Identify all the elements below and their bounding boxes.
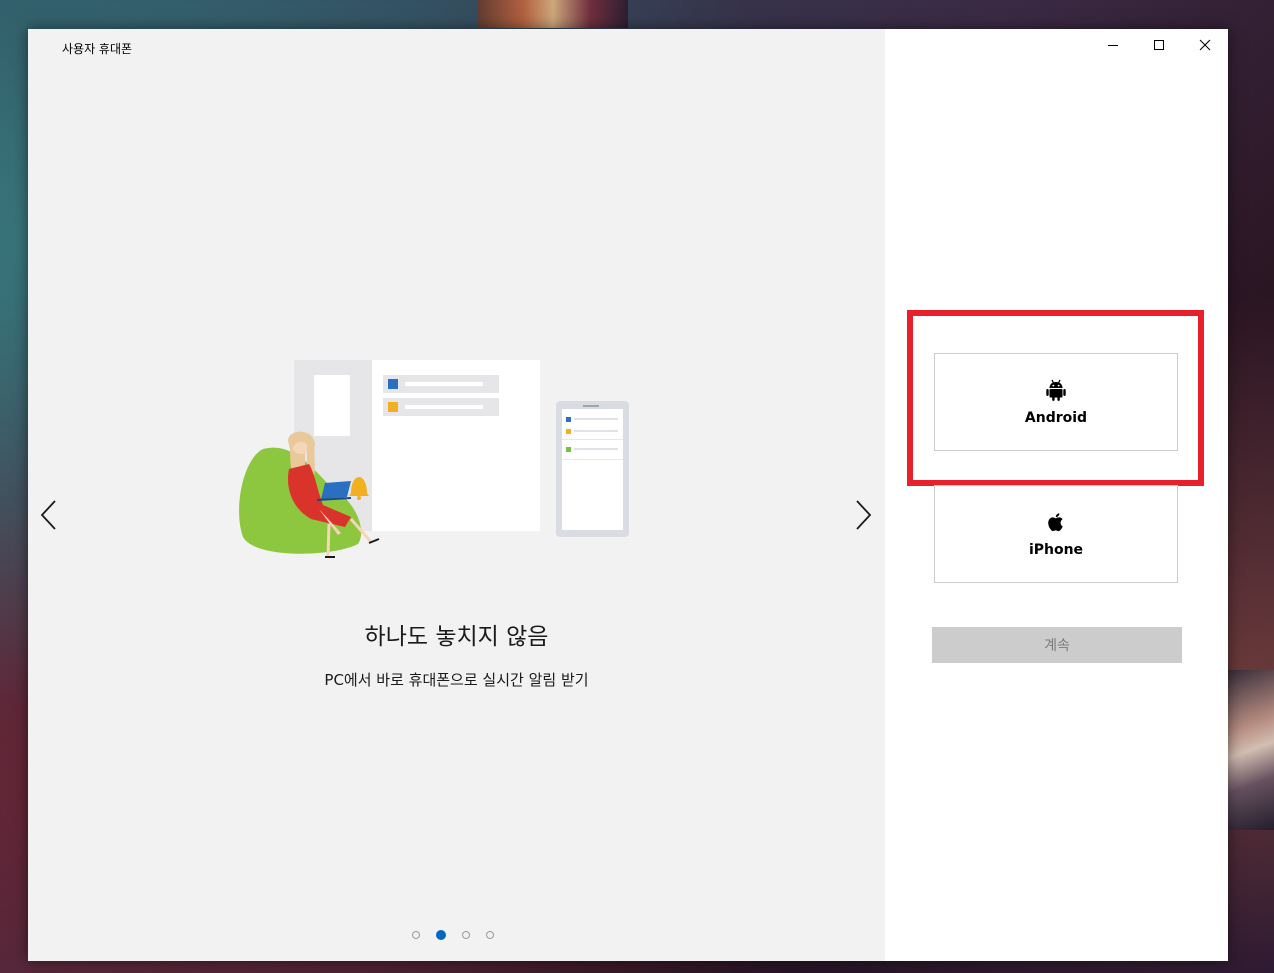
android-option-label: Android (1024, 410, 1088, 426)
slide-heading: 하나도 놓치지 않음 (364, 624, 549, 650)
apple-icon (1048, 513, 1063, 532)
maximize-button[interactable] (1136, 29, 1182, 61)
continue-button[interactable]: 계속 (932, 627, 1182, 663)
android-option-button[interactable]: Android (934, 353, 1178, 451)
slide-pager (412, 930, 494, 940)
wallpaper-streak (478, 0, 628, 28)
maximize-icon (1154, 40, 1164, 50)
slide-subtitle: PC에서 바로 휴대폰으로 실시간 알림 받기 (324, 671, 589, 689)
next-slide-button[interactable] (848, 495, 878, 535)
pager-dot-2-active[interactable] (436, 930, 446, 940)
window-controls (1090, 29, 1228, 61)
phone-selection-pane: Android iPhone 계속 (885, 29, 1228, 961)
previous-slide-button[interactable] (34, 495, 64, 535)
app-title: 사용자 휴대폰 (62, 42, 133, 56)
close-icon (1199, 39, 1211, 51)
chevron-right-icon (856, 500, 872, 530)
iphone-option-button[interactable]: iPhone (934, 485, 1178, 583)
app-window: 사용자 휴대폰 하나도 놓치지 않음 PC에서 바로 휴대폰으로 실시간 알림 … (28, 29, 1228, 961)
close-button[interactable] (1182, 29, 1228, 61)
chevron-left-icon (40, 500, 56, 530)
carousel-pane: 사용자 휴대폰 하나도 놓치지 않음 PC에서 바로 휴대폰으로 실시간 알림 … (28, 29, 885, 961)
pager-dot-4[interactable] (486, 931, 494, 939)
iphone-option-label: iPhone (1028, 542, 1084, 558)
wallpaper-streak-right (1228, 670, 1274, 830)
minimize-button[interactable] (1090, 29, 1136, 61)
minimize-icon (1108, 45, 1118, 46)
pager-dot-3[interactable] (462, 931, 470, 939)
android-icon (1046, 379, 1066, 401)
notifications-illustration (239, 360, 629, 558)
pager-dot-1[interactable] (412, 931, 420, 939)
